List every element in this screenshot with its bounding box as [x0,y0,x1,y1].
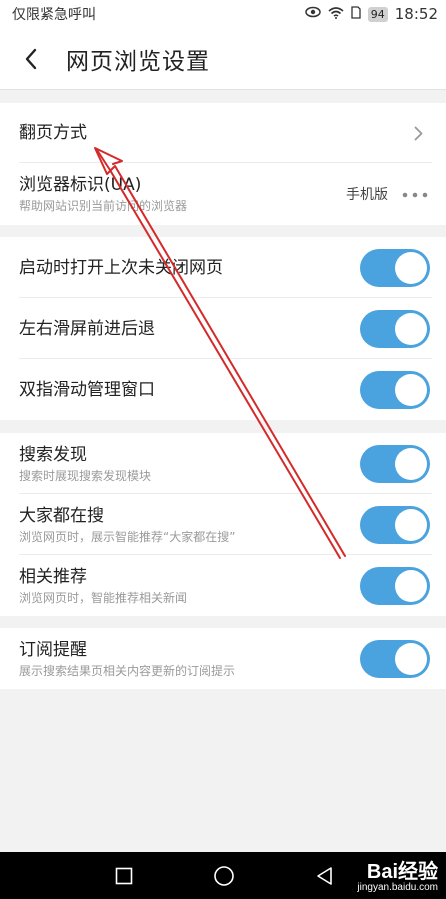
two-finger-window-toggle[interactable] [360,370,430,409]
settings-group-recommendations: 搜索发现 搜索时展现搜索发现模块 大家都在搜 浏览网页时，展示智能推荐“大家都在… [0,433,446,616]
row-title: 翻页方式 [19,123,87,143]
chevron-right-icon [408,126,428,141]
home-circle-icon[interactable] [194,852,254,899]
back-triangle-icon[interactable] [294,852,354,899]
row-subtitle: 搜索时展现搜索发现模块 [19,468,152,483]
search-discovery-toggle[interactable] [360,444,430,483]
row-title: 左右滑屏前进后退 [19,318,155,339]
subscription-reminder-row: 订阅提醒 展示搜索结果页相关内容更新的订阅提示 [0,628,446,689]
recents-square-icon[interactable] [94,852,154,899]
toggle-knob [395,642,427,675]
search-discovery-row: 搜索发现 搜索时展现搜索发现模块 [0,433,446,494]
battery-level: 94 [367,6,388,22]
row-subtitle: 帮助网站识别当前访问的浏览器 [19,199,188,213]
toggle-knob [395,569,427,602]
row-subtitle: 展示搜索结果页相关内容更新的订阅提示 [19,663,236,678]
row-subtitle: 浏览网页时，智能推荐相关新闻 [19,590,188,605]
toggle-knob [395,447,427,480]
row-title: 大家都在搜 [19,505,104,526]
toggle-knob [395,508,427,541]
app-bar: 网页浏览设置 [0,28,446,90]
no-sim-icon [351,5,361,23]
row-title: 双指滑动管理窗口 [19,379,155,400]
subscription-reminder-toggle[interactable] [360,639,430,678]
trending-searches-toggle[interactable] [360,505,430,544]
status-bar: 仅限紧急呼叫 94 18:52 [0,0,446,28]
row-title: 相关推荐 [19,566,87,587]
swipe-navigation-row: 左右滑屏前进后退 [0,298,446,359]
back-arrow-icon[interactable] [8,28,54,90]
two-finger-window-row: 双指滑动管理窗口 [0,359,446,420]
row-title: 浏览器标识(UA) [19,175,142,195]
toggle-knob [395,312,427,345]
status-icons: 94 18:52 [305,5,438,23]
user-agent-value: 手机版 [346,187,388,203]
page-title: 网页浏览设置 [66,48,210,75]
settings-group-subscription: 订阅提醒 展示搜索结果页相关内容更新的订阅提示 [0,628,446,689]
baidu-jingyan-watermark: Bai经验 jingyan.baidu.com [357,862,438,894]
more-dots-icon[interactable] [402,186,428,202]
clock: 18:52 [394,5,438,23]
restore-tabs-row: 启动时打开上次未关闭网页 [0,237,446,298]
user-agent-row[interactable]: 浏览器标识(UA) 帮助网站识别当前访问的浏览器 手机版 [0,163,446,225]
settings-group-navigation: 翻页方式 浏览器标识(UA) 帮助网站识别当前访问的浏览器 手机版 [0,103,446,225]
watermark-sub: jingyan.baidu.com [357,882,438,893]
watermark-main: Bai经验 [366,861,438,883]
toggle-knob [395,373,427,406]
row-title: 启动时打开上次未关闭网页 [19,257,223,278]
toggle-knob [395,251,427,284]
swipe-navigation-toggle[interactable] [360,309,430,348]
page-turn-mode-row[interactable]: 翻页方式 [0,103,446,163]
restore-tabs-toggle[interactable] [360,248,430,287]
trending-searches-row: 大家都在搜 浏览网页时，展示智能推荐“大家都在搜” [0,494,446,555]
settings-group-gestures: 启动时打开上次未关闭网页 左右滑屏前进后退 双指滑动管理窗口 [0,237,446,420]
row-title: 订阅提醒 [19,639,87,660]
related-recommendations-row: 相关推荐 浏览网页时，智能推荐相关新闻 [0,555,446,616]
eye-icon [305,6,321,22]
row-title: 搜索发现 [19,444,87,465]
related-recommendations-toggle[interactable] [360,566,430,605]
row-subtitle: 浏览网页时，展示智能推荐“大家都在搜” [19,529,236,544]
carrier-text: 仅限紧急呼叫 [12,7,96,23]
wifi-icon [328,6,344,23]
